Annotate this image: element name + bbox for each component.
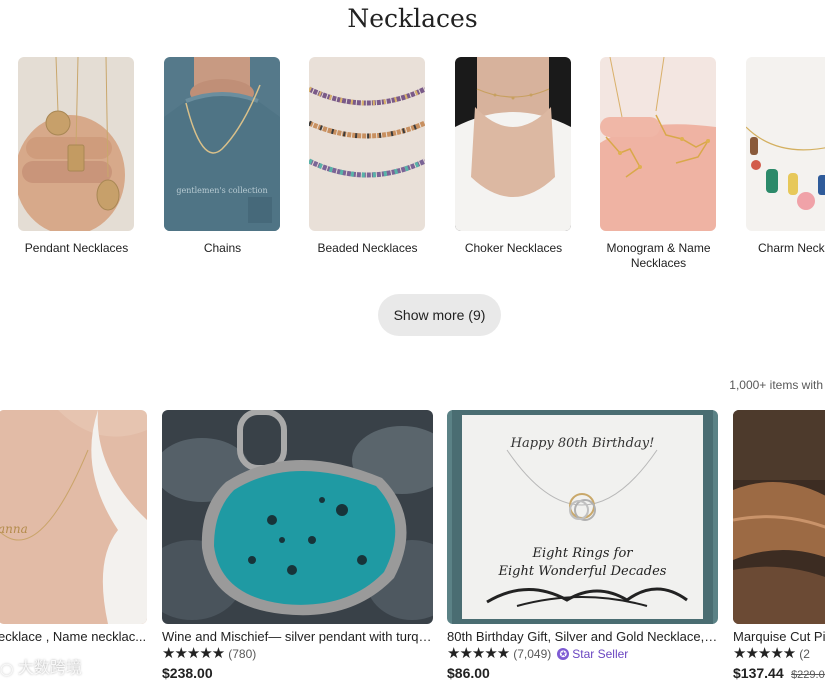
listing-price: $238.00 — [162, 665, 213, 681]
category-label[interactable]: Chains — [164, 241, 281, 256]
category-card-beaded-necklaces[interactable]: Beaded Necklaces — [309, 57, 426, 256]
review-count: (7,049) — [513, 647, 552, 661]
listing-price-row: $238.00 — [162, 665, 433, 683]
category-image[interactable] — [309, 57, 425, 231]
listing-price: $86.00 — [447, 665, 490, 681]
results-count: 1,000+ items with — [729, 378, 823, 392]
listing-price-row: $137.44 $229.07 — [733, 665, 825, 683]
listing-card[interactable]: Happy 80th Birthday! Eight Rings for Eig… — [447, 410, 718, 683]
category-label[interactable]: Charm Neckl — [746, 241, 825, 256]
review-count: (2 — [799, 647, 810, 661]
category-image[interactable] — [18, 57, 134, 231]
listing-original-price: $229.07 — [791, 669, 825, 681]
listing-title[interactable]: 80th Birthday Gift, Silver and Gold Neck… — [447, 629, 718, 644]
category-label[interactable]: Beaded Necklaces — [309, 241, 426, 256]
rating-stars: ★★★★★ — [162, 645, 225, 662]
watermark-icon: ◯ — [0, 662, 14, 676]
review-count: (780) — [228, 647, 257, 661]
listing-image[interactable]: Happy 80th Birthday! Eight Rings for Eig… — [447, 410, 718, 624]
category-label[interactable]: Pendant Necklaces — [18, 241, 135, 256]
listing-price: $137.44 — [733, 665, 784, 681]
rating-stars: ★★★★★ — [447, 645, 510, 662]
page-title: Necklaces — [347, 4, 478, 33]
category-image[interactable] — [746, 57, 825, 231]
category-card-choker-necklaces[interactable]: Choker Necklaces — [455, 57, 572, 256]
svg-text:gentlemen's collection: gentlemen's collection — [176, 186, 267, 195]
listing-image-headline: Happy 80th Birthday! — [510, 436, 655, 451]
listing-card[interactable]: Wine and Mischief— silver pendant with t… — [162, 410, 433, 683]
category-card-chains[interactable]: gentlemen's collection Chains — [164, 57, 281, 256]
listing-image-text: anna — [0, 522, 28, 536]
category-label[interactable]: Monogram & Name Necklaces — [600, 241, 717, 271]
listing-image[interactable]: anna — [0, 410, 147, 624]
listing-card[interactable]: Marquise Cut Pin ★★★★★ (2 $137.44 $229.0… — [733, 410, 825, 683]
listing-image-line3: Eight Wonderful Decades — [498, 564, 667, 579]
listing-title[interactable]: Wine and Mischief— silver pendant with t… — [162, 629, 433, 644]
listing-rating: ★★★★★ (780) — [162, 646, 433, 662]
category-image[interactable] — [455, 57, 571, 231]
listing-title[interactable]: ecklace , Name necklac... — [0, 629, 147, 644]
category-card-monogram-name-necklaces[interactable]: Monogram & Name Necklaces — [600, 57, 717, 271]
category-card-charm-necklaces[interactable]: Charm Neckl — [746, 57, 825, 256]
watermark-text: 大数跨境 — [17, 660, 82, 677]
rating-stars: ★★★★★ — [733, 645, 796, 662]
listing-rating: ★★★★★ (7,049) ✪ Star Seller — [447, 646, 718, 662]
listing-rating: ★★★★★ (2 — [733, 646, 825, 662]
star-seller-label: Star Seller — [572, 647, 629, 661]
star-seller-badge: ✪ Star Seller — [557, 647, 628, 661]
watermark: ◯ 大数跨境 — [0, 654, 82, 678]
listing-image[interactable] — [733, 410, 825, 624]
category-card-pendant-necklaces[interactable]: Pendant Necklaces — [18, 57, 135, 256]
category-image[interactable]: gentlemen's collection — [164, 57, 280, 231]
listing-card[interactable]: anna ecklace , Name necklac... — [0, 410, 147, 644]
category-image[interactable] — [600, 57, 716, 231]
star-seller-icon: ✪ — [557, 648, 570, 660]
listing-image-line2: Eight Rings for — [532, 546, 633, 561]
listing-image[interactable] — [162, 410, 433, 624]
category-label[interactable]: Choker Necklaces — [455, 241, 572, 256]
show-more-button[interactable]: Show more (9) — [378, 294, 501, 336]
listing-price-row: $86.00 — [447, 665, 718, 683]
listing-title[interactable]: Marquise Cut Pin — [733, 629, 825, 644]
